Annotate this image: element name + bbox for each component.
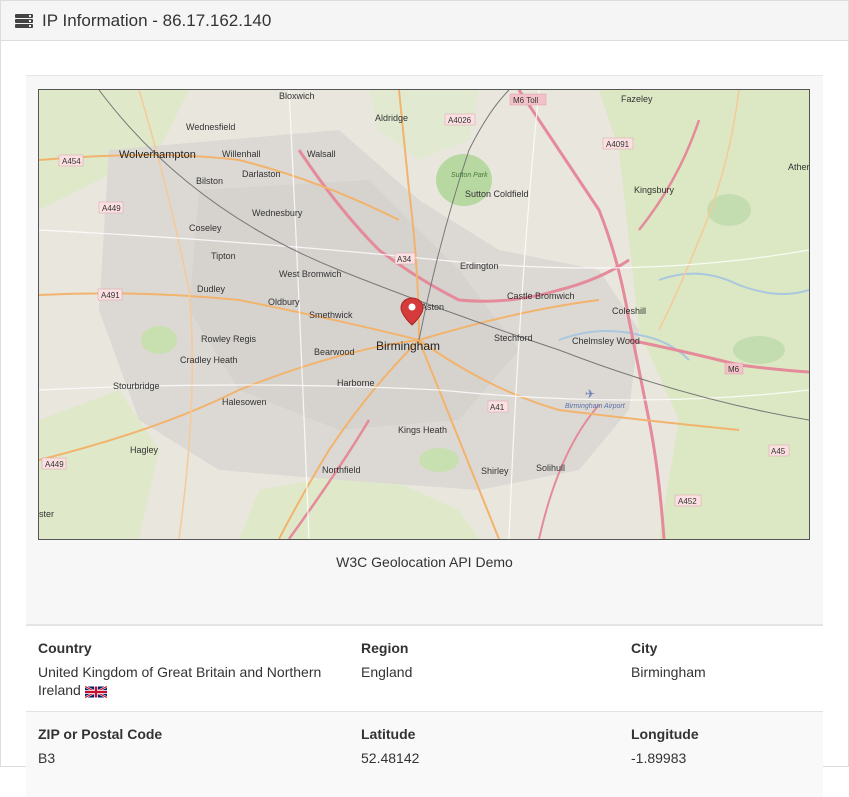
place-label: Aldridge [375, 113, 408, 123]
road-shield: A41 [487, 400, 509, 413]
place-label: Wednesbury [252, 208, 303, 218]
place-label: Coseley [189, 223, 222, 233]
road-shield: A449 [98, 201, 124, 214]
place-label: Fazeley [621, 94, 653, 104]
place-label: Aston [421, 302, 444, 312]
svg-text:A454: A454 [62, 157, 81, 166]
place-label: Sutton Park [451, 172, 488, 179]
place-label: Solihull [536, 463, 565, 473]
place-label: Northfield [322, 465, 361, 475]
country-label: Country [38, 640, 92, 656]
svg-text:M6: M6 [728, 365, 740, 374]
details-row: ZIP or Postal Code B3 Latitude 52.48142 … [26, 711, 823, 797]
place-label: Coleshill [612, 306, 646, 316]
svg-text:A45: A45 [771, 447, 786, 456]
road-shield: A34 [394, 252, 416, 265]
road-shield: M6 [724, 362, 744, 375]
svg-text:A4026: A4026 [448, 116, 472, 125]
place-label: West Bromwich [279, 269, 341, 279]
uk-flag-icon [84, 684, 108, 702]
zip-cell: ZIP or Postal Code B3 [38, 725, 338, 767]
place-label: Willenhall [222, 149, 261, 159]
place-label: Kings Heath [398, 425, 447, 435]
road-shield: M6 Toll [509, 93, 547, 106]
city-value: Birmingham [631, 664, 706, 680]
map-caption: W3C Geolocation API Demo [336, 554, 513, 570]
place-label: Wolverhampton [119, 149, 196, 161]
region-value: England [361, 664, 413, 680]
road-shield: A452 [674, 494, 702, 507]
place-label: Dudley [197, 284, 226, 294]
map-canvas[interactable]: ✈ Bloxwich Aldridge Fazeley Wednesfield … [39, 90, 809, 539]
ip-info-panel: IP Information - 86.17.162.140 ✈ Bloxwic… [0, 0, 849, 797]
svg-text:A34: A34 [397, 255, 412, 264]
place-label: Walsall [307, 149, 336, 159]
panel-header: IP Information - 86.17.162.140 [1, 1, 848, 41]
details-row: Country United Kingdom of Great Britain … [26, 625, 823, 711]
zip-value: B3 [38, 750, 56, 766]
map-container: ✈ Bloxwich Aldridge Fazeley Wednesfield … [26, 75, 823, 625]
place-label: Stechford [494, 333, 533, 343]
place-label: Hagley [130, 445, 159, 455]
place-label: Erdington [460, 261, 499, 271]
place-label: Birmingham [376, 339, 440, 353]
road-shield: A45 [768, 444, 790, 457]
road-shield: A454 [58, 154, 84, 167]
latitude-cell: Latitude 52.48142 [361, 725, 601, 767]
latitude-value: 52.48142 [361, 750, 420, 766]
place-label: Wednesfield [186, 122, 235, 132]
city-label: City [631, 640, 658, 656]
svg-text:A452: A452 [678, 497, 697, 506]
place-label: Sutton Coldfield [465, 189, 529, 199]
region-label: Region [361, 640, 409, 656]
place-label: Rowley Regis [201, 334, 257, 344]
place-label: Birmingham Airport [565, 403, 626, 410]
place-label: Darlaston [242, 169, 281, 179]
place-label: Chelmsley Wood [572, 336, 640, 346]
place-label: ster [39, 509, 54, 519]
place-label: Tipton [211, 251, 236, 261]
server-list-icon [15, 13, 33, 28]
page-title: IP Information - 86.17.162.140 [42, 10, 272, 30]
road-shield: A4091 [602, 137, 634, 150]
svg-text:M6 Toll: M6 Toll [513, 96, 538, 105]
place-label: Bloxwich [279, 91, 315, 101]
road-shield: A4026 [444, 113, 476, 126]
airport-icon: ✈ [585, 387, 595, 401]
place-label: Kingsbury [634, 185, 675, 195]
place-label: Oldbury [268, 297, 300, 307]
ip-details-table: Country United Kingdom of Great Britain … [26, 625, 823, 797]
place-label: Halesowen [222, 397, 267, 407]
svg-text:A4091: A4091 [606, 140, 630, 149]
latitude-label: Latitude [361, 726, 416, 742]
place-label: Castle Bromwich [507, 291, 575, 301]
region-cell: Region England [361, 639, 601, 681]
svg-text:A491: A491 [101, 291, 120, 300]
longitude-label: Longitude [631, 726, 699, 742]
longitude-value: -1.89983 [631, 750, 687, 766]
svg-text:A449: A449 [102, 204, 121, 213]
place-label: Ather [788, 162, 809, 172]
map[interactable]: ✈ Bloxwich Aldridge Fazeley Wednesfield … [38, 89, 810, 540]
place-label: Smethwick [309, 310, 353, 320]
road-shield: A491 [97, 288, 123, 301]
place-label: Bearwood [314, 347, 355, 357]
svg-text:A449: A449 [45, 460, 64, 469]
country-value: United Kingdom of Great Britain and Nort… [38, 664, 322, 698]
road-shield: A449 [41, 457, 67, 470]
svg-text:A41: A41 [490, 403, 505, 412]
city-cell: City Birmingham [631, 639, 811, 681]
place-label: Cradley Heath [180, 355, 238, 365]
place-label: Stourbridge [113, 381, 160, 391]
zip-label: ZIP or Postal Code [38, 726, 163, 742]
place-label: Shirley [481, 466, 509, 476]
place-label: Bilston [196, 176, 223, 186]
place-label: Harborne [337, 378, 375, 388]
country-cell: Country United Kingdom of Great Britain … [38, 639, 338, 702]
longitude-cell: Longitude -1.89983 [631, 725, 811, 767]
